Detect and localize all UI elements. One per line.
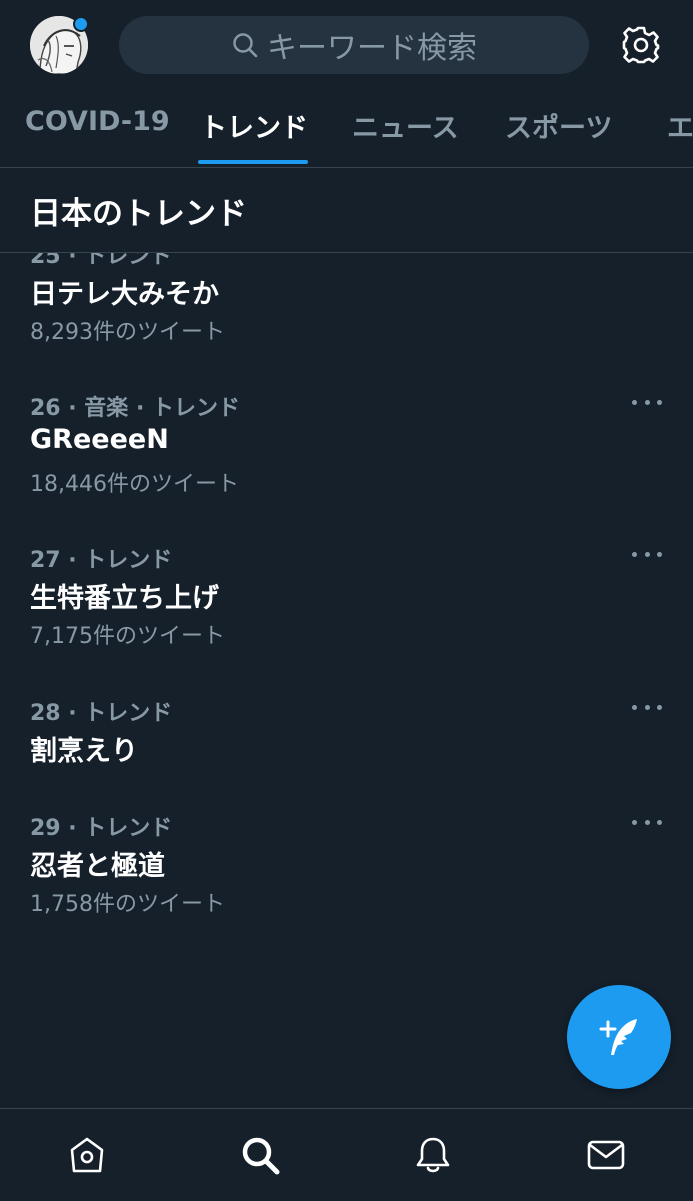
notification-dot [73,16,89,32]
tab-trends[interactable]: トレンド [200,106,308,145]
bell-icon[interactable] [411,1133,455,1177]
trend-tweet-count: 18,446件のツイート [30,472,239,497]
section-title: 日本のトレンド [30,196,247,232]
tab-covid[interactable]: COVID-19 [25,106,170,137]
section-header: 日本のトレンド [0,168,693,253]
more-options-icon[interactable] [632,544,662,564]
trend-name: 忍者と極道 [30,851,165,882]
trend-tweet-count: 7,175件のツイート [30,624,225,649]
tab-entertainment[interactable]: エ [667,106,693,145]
explore-tabs: COVID-19 トレンド ニュース スポーツ エ [0,96,693,168]
compose-tweet-button[interactable] [567,985,671,1089]
search-bar[interactable]: キーワード検索 [119,16,589,74]
trend-name: GReeeeN [30,424,169,455]
bottom-navigation [0,1108,693,1201]
tab-sports[interactable]: スポーツ [505,106,612,145]
top-header: キーワード検索 COVID-19 トレンド ニュース スポーツ エ [0,0,693,168]
home-icon[interactable] [65,1133,109,1177]
search-icon [231,31,259,59]
tab-news[interactable]: ニュース [352,106,459,145]
trend-meta: 28 · トレンド [30,701,173,726]
trend-meta: 26 · 音楽 · トレンド [30,396,240,421]
trend-meta: 27 · トレンド [30,548,173,573]
compose-tweet-icon [599,1019,637,1055]
mail-icon[interactable] [584,1133,628,1177]
more-options-icon[interactable] [632,697,662,717]
explore-search-icon[interactable] [238,1133,282,1177]
trend-tweet-count: 8,293件のツイート [30,320,225,345]
gear-icon[interactable] [620,24,662,66]
trend-meta: 29 · トレンド [30,816,173,841]
more-options-icon[interactable] [632,812,662,832]
trend-tweet-count: 1,758件のツイート [30,892,225,917]
search-placeholder: キーワード検索 [267,31,477,66]
active-tab-indicator [198,160,308,164]
header-divider [0,167,693,168]
trend-name: 日テレ大みそか [30,279,219,310]
trend-name: 割烹えり [30,736,138,767]
trend-name: 生特番立ち上げ [30,583,219,614]
more-options-icon[interactable] [632,392,662,412]
